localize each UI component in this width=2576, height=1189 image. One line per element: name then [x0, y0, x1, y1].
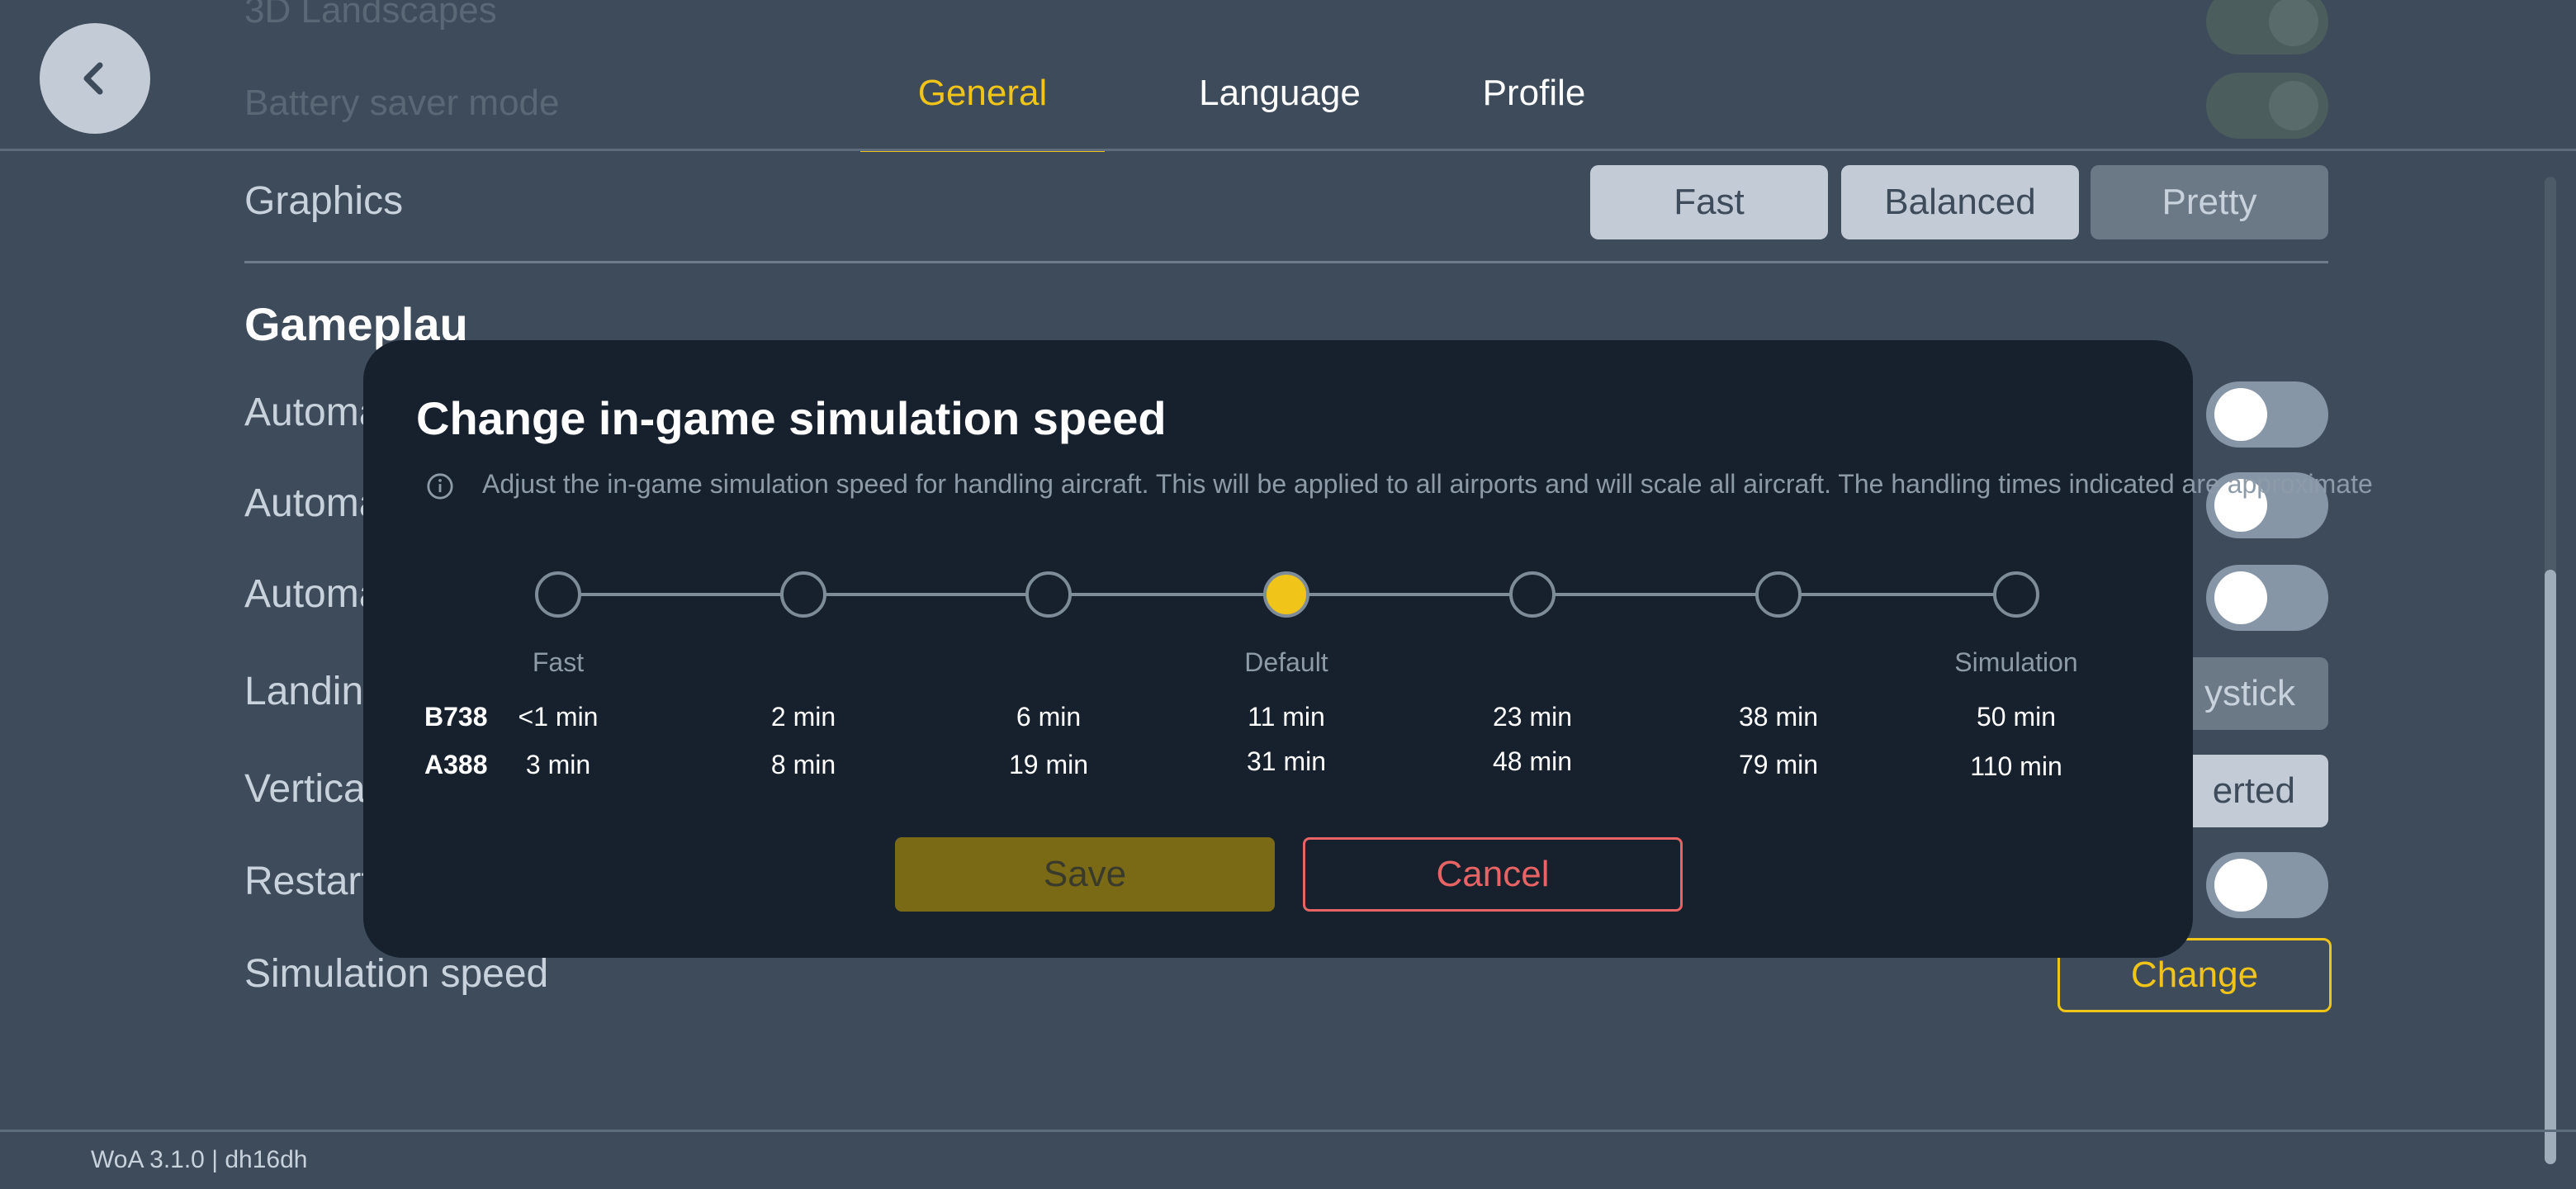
- speed-step-6[interactable]: [1755, 571, 1802, 618]
- speed-step-5[interactable]: [1509, 571, 1556, 618]
- toggle-knob: [2214, 859, 2267, 912]
- simulation-speed-dialog: Change in-game simulation speed Adjust t…: [363, 340, 2373, 958]
- handling-time: 6 min: [1016, 702, 1082, 732]
- dialog-title: Change in-game simulation speed: [416, 392, 1167, 444]
- toggle-battery-saver[interactable]: [2206, 73, 2328, 139]
- toggle-knob: [2214, 571, 2267, 624]
- tab-language[interactable]: Language: [1144, 73, 1415, 152]
- handling-time: 3 min: [525, 750, 591, 779]
- handling-time: 110 min: [1970, 751, 2062, 781]
- handling-time: 19 min: [1008, 750, 1089, 779]
- version-label: WoA 3.1.0 | dh16dh: [91, 1146, 308, 1173]
- save-button[interactable]: Save: [895, 837, 1275, 912]
- handling-time: 38 min: [1738, 702, 1819, 732]
- graphics-pretty-button[interactable]: Pretty: [2091, 165, 2328, 239]
- handling-time: 11 min: [1248, 702, 1325, 732]
- handling-time: 79 min: [1738, 750, 1819, 779]
- handling-time: 23 min: [1492, 702, 1573, 732]
- step-label-default: Default: [1244, 647, 1328, 677]
- cancel-button[interactable]: Cancel: [1303, 837, 1683, 912]
- graphics-divider: [244, 261, 2328, 263]
- gameplay-row-label: Automa: [244, 572, 381, 616]
- handling-time: 2 min: [770, 702, 836, 732]
- simulation-speed-label: Simulation speed: [244, 952, 549, 996]
- info-circle-icon: [427, 473, 453, 500]
- speed-step-4[interactable]: [1263, 571, 1309, 618]
- speed-step-1[interactable]: [535, 571, 581, 618]
- handling-time: 48 min: [1492, 746, 1573, 776]
- gameplay-row-label: Automa: [244, 391, 381, 434]
- toggle-gameplay-3[interactable]: [2206, 565, 2328, 631]
- tab-profile[interactable]: Profile: [1428, 73, 1640, 152]
- handling-time: 31 min: [1246, 746, 1327, 776]
- dialog-description: Adjust the in-game simulation speed for …: [482, 469, 2373, 499]
- toggle-knob: [2214, 388, 2267, 441]
- handling-time: <1 min: [518, 702, 599, 732]
- speed-step-2[interactable]: [780, 571, 826, 618]
- graphics-balanced-button[interactable]: Balanced: [1841, 165, 2079, 239]
- back-button[interactable]: [40, 23, 150, 134]
- step-label-simulation: Simulation: [1954, 647, 2078, 677]
- scrollbar-thumb[interactable]: [2545, 570, 2556, 1164]
- step-label-fast: Fast: [532, 647, 585, 677]
- toggle-restart[interactable]: [2206, 852, 2328, 918]
- header-divider: [0, 149, 2576, 151]
- toggle-gameplay-1[interactable]: [2206, 381, 2328, 448]
- gameplay-row-label: Automa: [244, 481, 381, 525]
- setting-label-battery-saver: Battery saver mode: [244, 83, 560, 123]
- speed-step-3[interactable]: [1025, 571, 1072, 618]
- handling-time: 8 min: [770, 750, 836, 779]
- footer-divider: [0, 1130, 2576, 1132]
- chevron-left-icon: [83, 62, 103, 95]
- gameplay-row-label: Vertical: [244, 767, 375, 811]
- handling-time: 50 min: [1976, 702, 2057, 732]
- graphics-fast-button[interactable]: Fast: [1590, 165, 1828, 239]
- speed-step-7[interactable]: [1993, 571, 2039, 618]
- setting-label-3d-landscapes: 3D Landscapes: [244, 0, 497, 31]
- settings-tabs: General Language Profile: [860, 73, 1640, 152]
- toggle-3d-landscapes[interactable]: [2206, 0, 2328, 54]
- tab-general[interactable]: General: [860, 73, 1105, 152]
- graphics-label: Graphics: [244, 179, 404, 223]
